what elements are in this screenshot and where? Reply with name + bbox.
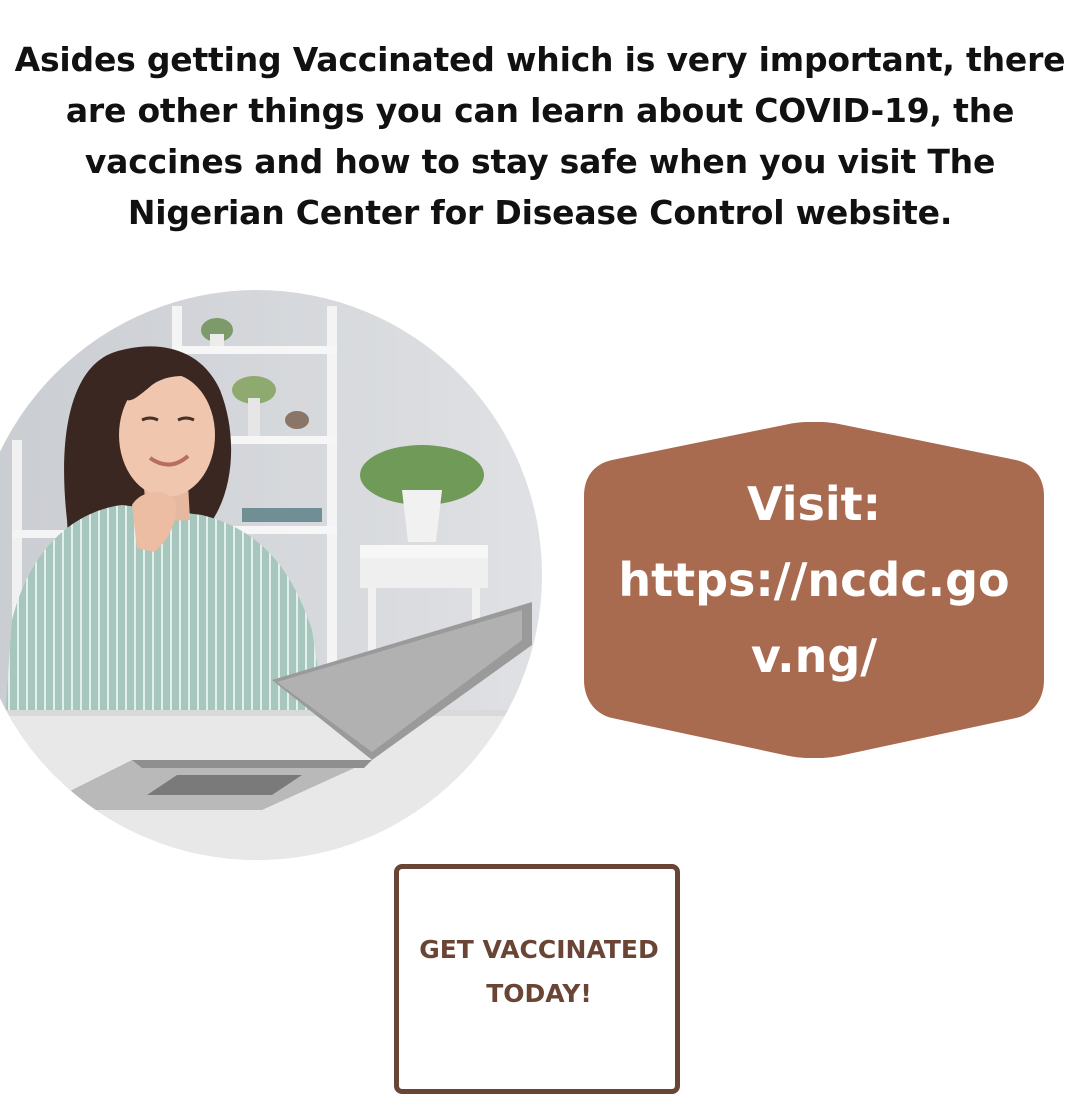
headline-line: vaccines and how to stay safe when you v… (84, 142, 996, 181)
headline-line: Asides getting Vaccinated which is very … (14, 40, 1066, 79)
headline-line: are other things you can learn about COV… (65, 91, 1015, 130)
visit-url-line: https://ncdc.go (618, 553, 1010, 607)
headline-text: Asides getting Vaccinated which is very … (0, 34, 1080, 238)
woman-with-laptop-photo (0, 290, 542, 860)
visit-url-text[interactable]: Visit: https://ncdc.go v.ng/ (584, 466, 1044, 694)
headline-line: Nigerian Center for Disease Control webs… (127, 193, 953, 232)
cta-line: TODAY! (486, 979, 592, 1008)
visit-url-line: v.ng/ (750, 629, 878, 683)
get-vaccinated-text: GET VACCINATED TODAY! (394, 928, 684, 1016)
visit-label: Visit: (746, 477, 882, 531)
cta-line: GET VACCINATED (419, 935, 659, 964)
